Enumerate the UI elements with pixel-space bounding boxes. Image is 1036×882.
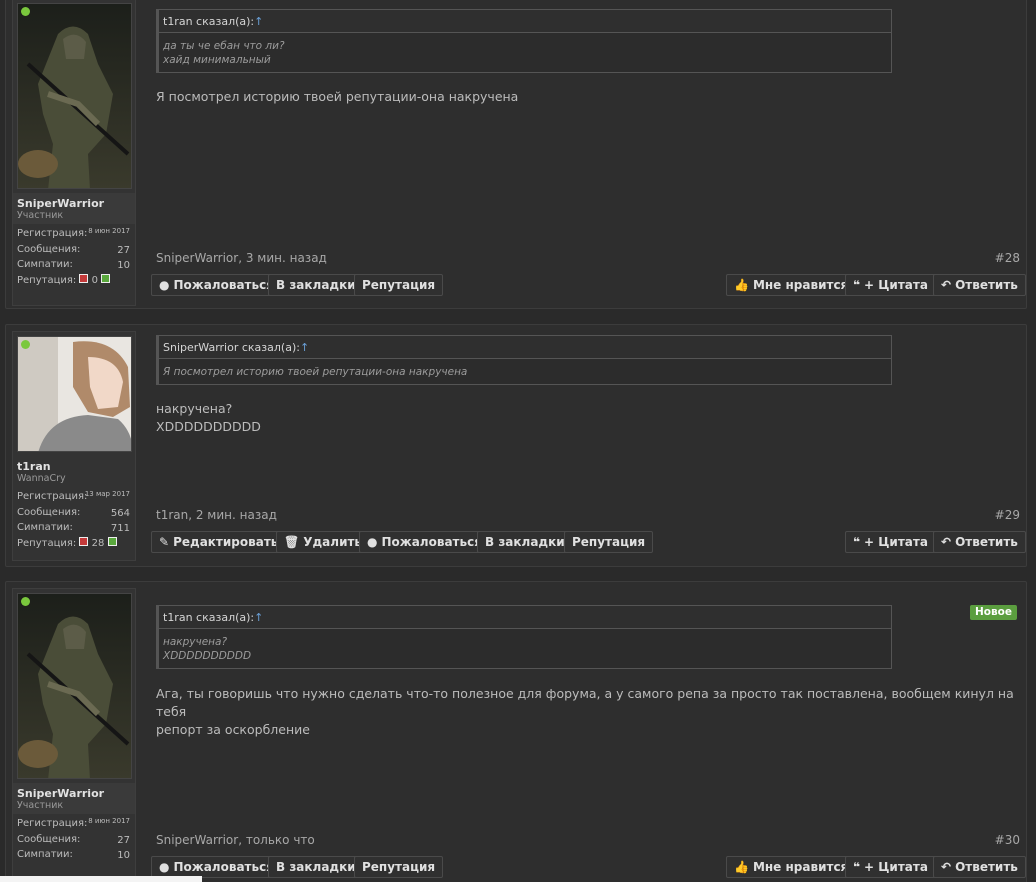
- stat-messages: Сообщения: 27: [17, 243, 130, 256]
- bookmark-button[interactable]: В закладки: [268, 274, 364, 296]
- report-button[interactable]: ● Пожаловаться: [151, 856, 282, 878]
- quote-block: t1ran сказал(а):↑ накручена? XDDDDDDDDDD: [156, 605, 892, 669]
- edit-button[interactable]: ✎ Редактировать: [151, 531, 287, 553]
- alert-icon: ●: [367, 535, 378, 549]
- quote-author[interactable]: t1ran сказал(а):↑: [159, 10, 891, 33]
- message-text: Я посмотрел историю твоей репутации-она …: [156, 89, 519, 104]
- post-meta[interactable]: t1ran, 2 мин. назад: [156, 508, 277, 522]
- report-button[interactable]: ● Пожаловаться: [359, 531, 490, 553]
- post-number[interactable]: #28: [995, 251, 1020, 265]
- reputation-button[interactable]: Репутация: [564, 531, 654, 553]
- stat-likes: Симпатии: 10: [17, 259, 130, 271]
- alert-icon: ●: [159, 278, 170, 292]
- thumbs-up-icon: 👍: [734, 278, 749, 292]
- quote-icon: ❝: [853, 860, 861, 874]
- reply-icon: ↶: [941, 278, 952, 292]
- thumbs-up-icon: 👍: [734, 860, 749, 874]
- quote-button[interactable]: ❝ + Цитата: [845, 531, 936, 553]
- reply-button[interactable]: ↶ Ответить: [933, 274, 1026, 296]
- post-30: SniperWarrior Участник Регистрация: 8 июн…: [5, 581, 1027, 882]
- avatar[interactable]: [17, 336, 132, 452]
- user-info: SniperWarrior Участник Регистрация: 8 июн…: [12, 0, 136, 306]
- message-text: Ага, ты говоришь что нужно сделать что-т…: [156, 686, 1014, 737]
- quote-author[interactable]: t1ran сказал(а):↑: [159, 606, 891, 629]
- username-box: SniperWarrior Участник: [13, 783, 135, 814]
- report-button[interactable]: ● Пожаловаться: [151, 274, 282, 296]
- post-28: SniperWarrior Участник Регистрация: 8 июн…: [5, 0, 1027, 309]
- reply-icon: ↶: [941, 860, 952, 874]
- delete-button[interactable]: 🗑 Удалить: [276, 531, 371, 553]
- stat-registration: Регистрация: 8 июн 2017: [17, 227, 130, 239]
- online-indicator-icon: [21, 7, 30, 16]
- message-text: накручена? XDDDDDDDDDD: [156, 401, 261, 434]
- reply-button[interactable]: ↶ Ответить: [933, 856, 1026, 878]
- username[interactable]: SniperWarrior: [17, 197, 131, 210]
- alert-icon: ●: [159, 860, 170, 874]
- user-title: Участник: [17, 210, 64, 221]
- like-button[interactable]: 👍 Мне нравится: [726, 856, 857, 878]
- trash-icon: 🗑: [284, 535, 300, 549]
- like-button[interactable]: 👍 Мне нравится: [726, 274, 857, 296]
- username-box: SniperWarrior Участник: [13, 193, 135, 224]
- stat-messages: Сообщения: 27: [17, 833, 130, 846]
- post-meta[interactable]: SniperWarrior, 3 мин. назад: [156, 251, 327, 265]
- rep-plus-icon[interactable]: [107, 537, 117, 546]
- arrow-up-icon[interactable]: ↑: [254, 611, 263, 624]
- post-meta[interactable]: SniperWarrior, только что: [156, 833, 315, 847]
- user-info: SniperWarrior Участник Регистрация: 8 июн…: [12, 588, 136, 882]
- quote-block: SniperWarrior сказал(а):↑ Я посмотрел ис…: [156, 335, 892, 385]
- bookmark-button[interactable]: В закладки: [477, 531, 573, 553]
- reply-button[interactable]: ↶ Ответить: [933, 531, 1026, 553]
- stat-likes: Симпатии: 711: [17, 522, 130, 534]
- avatar[interactable]: [17, 3, 132, 189]
- stat-reputation: Репутация: 28: [13, 537, 135, 554]
- quote-icon: ❝: [853, 278, 861, 292]
- pencil-icon: ✎: [159, 535, 170, 549]
- quote-text: да ты че ебан что ли? хайд минимальный: [163, 40, 285, 66]
- stat-registration: Регистрация: 13 мар 2017: [17, 490, 130, 502]
- reply-icon: ↶: [941, 535, 952, 549]
- username[interactable]: t1ran: [17, 460, 131, 473]
- username[interactable]: SniperWarrior: [17, 787, 131, 800]
- post-number[interactable]: #30: [995, 833, 1020, 847]
- quote-icon: ❝: [853, 535, 861, 549]
- post-number[interactable]: #29: [995, 508, 1020, 522]
- avatar[interactable]: [17, 593, 132, 779]
- user-title: WannaCry: [17, 473, 66, 484]
- online-indicator-icon: [21, 597, 30, 606]
- stat-reputation: Репутация: 0: [13, 274, 135, 291]
- quote-author[interactable]: SniperWarrior сказал(а):↑: [159, 336, 891, 359]
- quote-text: Я посмотрел историю твоей репутации-она …: [163, 366, 468, 378]
- user-info: t1ran WannaCry Регистрация: 13 мар 2017 С…: [12, 331, 136, 561]
- quote-button[interactable]: ❝ + Цитата: [845, 856, 936, 878]
- bottom-bar: [0, 876, 202, 882]
- quote-text: накручена? XDDDDDDDDDD: [163, 636, 252, 662]
- stat-likes: Симпатии: 10: [17, 849, 130, 861]
- quote-button[interactable]: ❝ + Цитата: [845, 274, 936, 296]
- rep-minus-icon[interactable]: [79, 537, 89, 546]
- new-badge: Новое: [970, 605, 1017, 620]
- bookmark-button[interactable]: В закладки: [268, 856, 364, 878]
- online-indicator-icon: [21, 340, 30, 349]
- username-box: t1ran WannaCry: [13, 456, 135, 487]
- user-title: Участник: [17, 800, 64, 811]
- reputation-button[interactable]: Репутация: [354, 856, 444, 878]
- stat-messages: Сообщения: 564: [17, 506, 130, 519]
- arrow-up-icon[interactable]: ↑: [254, 15, 263, 28]
- post-29: t1ran WannaCry Регистрация: 13 мар 2017 С…: [5, 324, 1027, 567]
- stat-registration: Регистрация: 8 июн 2017: [17, 817, 130, 829]
- quote-block: t1ran сказал(а):↑ да ты че ебан что ли? …: [156, 9, 892, 73]
- rep-plus-icon[interactable]: [101, 274, 111, 283]
- arrow-up-icon[interactable]: ↑: [300, 341, 309, 354]
- rep-minus-icon[interactable]: [79, 274, 89, 283]
- reputation-button[interactable]: Репутация: [354, 274, 444, 296]
